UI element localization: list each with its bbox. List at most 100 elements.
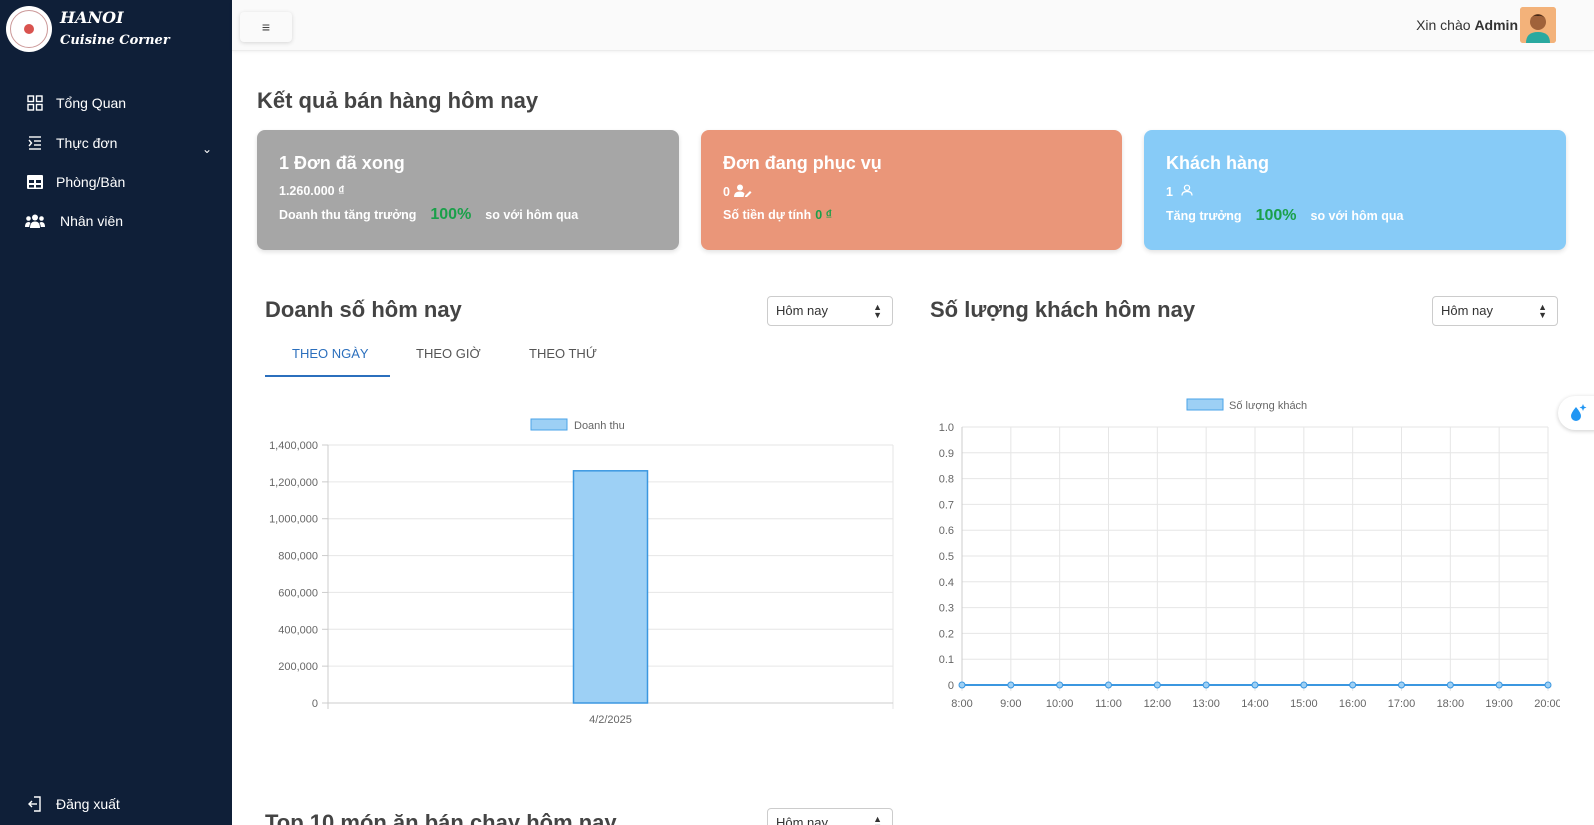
y-tick-label: 200,000 xyxy=(278,661,318,673)
menu-list-icon xyxy=(24,132,46,154)
menu-toggle-button[interactable]: ≡ xyxy=(240,12,292,42)
compare-label: so với hôm qua xyxy=(1310,209,1404,223)
x-tick-label: 14:00 xyxy=(1241,698,1269,710)
customer-count: 1 xyxy=(1166,184,1173,199)
x-tick-label: 12:00 xyxy=(1144,698,1172,710)
data-point xyxy=(1398,681,1405,689)
sidebar-item-label: Phòng/Bàn xyxy=(56,174,126,190)
guests-title: Số lượng khách hôm nay xyxy=(930,297,1196,322)
table-icon xyxy=(24,171,46,193)
guests-period-select[interactable]: Hôm nay ▲ ▼ xyxy=(1432,296,1558,326)
x-tick-label: 9:00 xyxy=(1000,698,1021,710)
sidebar-item-phong-ban[interactable]: Phòng/Bàn xyxy=(24,171,125,193)
brand-name: HANOI xyxy=(60,8,124,27)
data-point xyxy=(1202,681,1210,689)
select-value: Hôm nay xyxy=(776,303,829,318)
legend-swatch xyxy=(1186,398,1224,411)
tab-theo-gio[interactable]: THEO GIỜ xyxy=(416,346,481,361)
legend-label: Số lượng khách xyxy=(1229,400,1307,412)
data-point xyxy=(1300,681,1308,689)
select-arrows-icon: ▲▼ xyxy=(1538,302,1547,320)
card-title: Khách hàng xyxy=(1166,153,1270,173)
user-icon xyxy=(1181,184,1193,199)
sales-title: Doanh số hôm nay xyxy=(265,297,462,322)
x-tick-label: 19:00 xyxy=(1485,698,1513,710)
serving-count: 0 xyxy=(723,185,730,199)
y-tick-label: 1.0 xyxy=(939,422,954,434)
growth-percent: 100% xyxy=(430,206,472,223)
growth-label: Doanh thu tăng trưởng xyxy=(279,208,417,222)
serving-orders-card: Đơn đang phục vụ 0 Số tiền dự tính 0 ₫ xyxy=(701,130,1122,250)
topbar: ≡ Xin chào Admin xyxy=(232,0,1594,51)
sidebar-item-label: Thực đơn xyxy=(56,135,118,151)
bar xyxy=(572,470,649,704)
card-title: 1 Đơn đã xong xyxy=(279,153,405,173)
data-point xyxy=(1446,681,1454,689)
logo xyxy=(6,6,52,52)
y-tick-label: 0.1 xyxy=(939,654,954,666)
brand[interactable]: HANOI Cuisine Corner xyxy=(6,6,170,52)
estimate-label: Số tiền dự tính xyxy=(723,208,812,222)
y-tick-label: 0.5 xyxy=(939,551,954,563)
sidebar: HANOI Cuisine Corner Tổng Quan Thực đơn … xyxy=(0,0,232,825)
x-tick-label: 10:00 xyxy=(1046,698,1074,710)
select-arrows-icon: ▲▼ xyxy=(873,302,882,320)
legend-swatch xyxy=(530,418,568,431)
y-tick-label: 600,000 xyxy=(278,587,318,599)
y-tick-label: 0.8 xyxy=(939,474,954,486)
growth-label: Tăng trưởng xyxy=(1166,209,1242,223)
greeting-text: Xin chào xyxy=(1416,17,1471,33)
y-tick-label: 800,000 xyxy=(278,551,318,563)
user-name: Admin xyxy=(1474,17,1518,33)
tab-theo-thu[interactable]: THEO THỨ xyxy=(529,346,597,361)
y-tick-label: 1,200,000 xyxy=(269,477,318,489)
y-tick-label: 0.2 xyxy=(939,628,954,640)
chevron-down-icon[interactable]: ⌄ xyxy=(202,142,212,156)
y-tick-label: 1,400,000 xyxy=(269,440,318,452)
y-tick-label: 0.6 xyxy=(939,525,954,537)
top10-title: Top 10 món ăn bán chạy hôm nay xyxy=(265,810,617,825)
x-tick-label: 11:00 xyxy=(1095,698,1122,710)
logout-button[interactable]: Đăng xuất xyxy=(24,793,120,815)
logout-icon xyxy=(24,793,46,815)
data-point xyxy=(1007,681,1015,689)
y-tick-label: 0.4 xyxy=(939,577,954,589)
logout-label: Đăng xuất xyxy=(56,796,120,812)
y-tick-label: 0.9 xyxy=(939,448,954,460)
data-point xyxy=(1495,681,1503,689)
sidebar-item-tong-quan[interactable]: Tổng Quan xyxy=(24,92,126,114)
data-point xyxy=(958,681,966,689)
greeting: Xin chào Admin xyxy=(1416,17,1518,33)
card-amount: 1.260.000 ₫ xyxy=(279,184,345,198)
x-tick-label: 20:00 xyxy=(1534,698,1560,710)
select-arrows-icon: ▲▼ xyxy=(873,814,882,825)
x-tick-label: 17:00 xyxy=(1388,698,1416,710)
top10-period-select[interactable]: Hôm nay ▲▼ xyxy=(767,808,893,825)
sales-period-select[interactable]: Hôm nay ▲ ▼ xyxy=(767,296,893,326)
y-tick-label: 1,000,000 xyxy=(269,514,318,526)
avatar[interactable] xyxy=(1520,7,1556,43)
tab-theo-ngay[interactable]: THEO NGÀY xyxy=(292,346,369,361)
card-title: Đơn đang phục vụ xyxy=(723,153,882,173)
y-tick-label: 0 xyxy=(312,698,318,710)
users-icon xyxy=(24,210,46,232)
y-tick-label: 0 xyxy=(948,680,954,692)
growth-percent: 100% xyxy=(1255,207,1297,224)
y-tick-label: 400,000 xyxy=(278,624,318,636)
x-tick-label: 8:00 xyxy=(951,698,972,710)
sidebar-item-thuc-don[interactable]: Thực đơn xyxy=(24,132,117,154)
select-value: Hôm nay xyxy=(1441,303,1494,318)
data-point xyxy=(1153,681,1161,689)
x-tick-label: 16:00 xyxy=(1339,698,1367,710)
brand-tagline: Cuisine Corner xyxy=(60,33,170,48)
y-tick-label: 0.7 xyxy=(939,499,954,511)
data-point xyxy=(1105,681,1112,689)
sparkle-drop-icon[interactable] xyxy=(1558,396,1594,430)
data-point xyxy=(1251,681,1259,689)
x-tick-label: 15:00 xyxy=(1290,698,1318,710)
grid-icon xyxy=(24,92,46,114)
x-tick-label: 13:00 xyxy=(1192,698,1220,710)
customers-card: Khách hàng 1 Tăng trưởng 100% so với hôm… xyxy=(1144,130,1566,250)
guests-line-chart: Số lượng khách 1.0 0.9 0.8 0.7 0.6 0.5 0.4 0.3 0.… xyxy=(939,398,1560,710)
sidebar-item-nhan-vien[interactable]: Nhân viên xyxy=(24,210,123,232)
